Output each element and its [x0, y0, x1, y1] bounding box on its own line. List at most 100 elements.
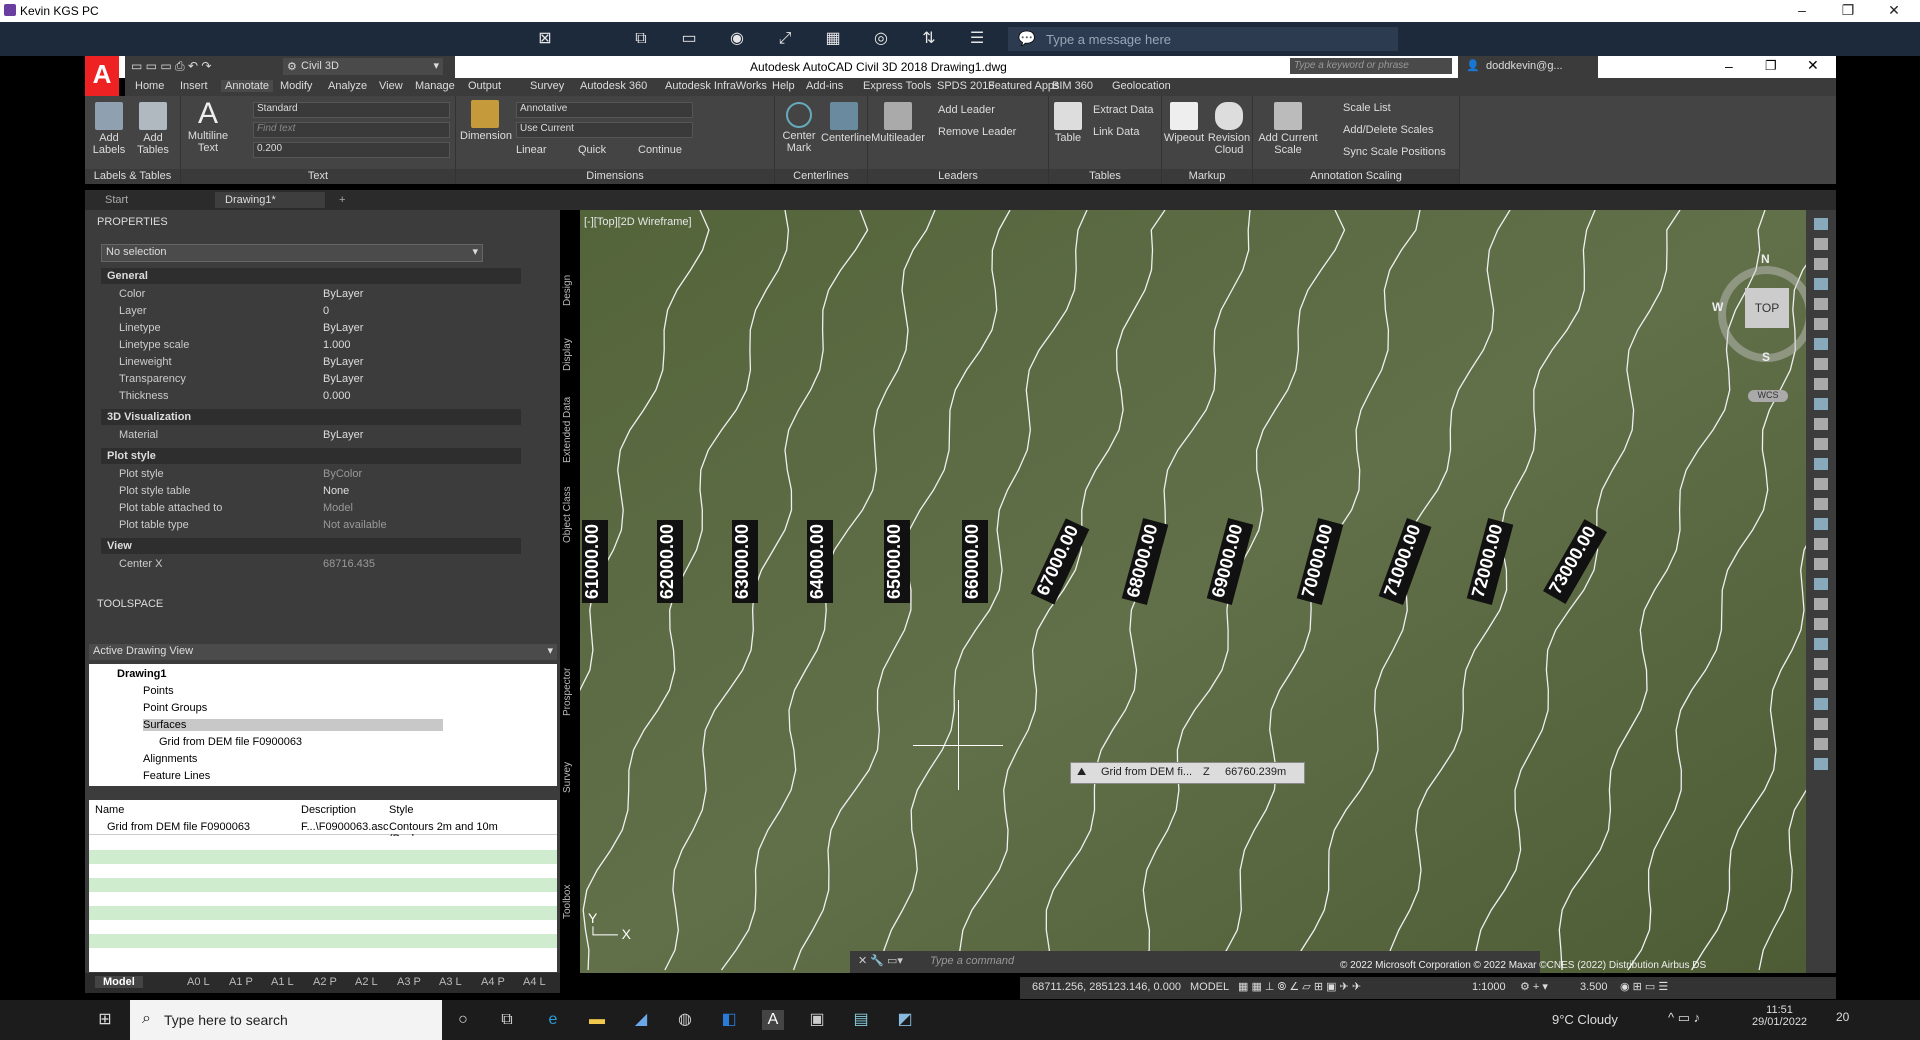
remove-leader-button[interactable]: Remove Leader — [938, 126, 1016, 138]
autocad-taskbar-icon[interactable]: A — [762, 1010, 784, 1030]
folder-icon[interactable]: ▬ — [586, 1010, 608, 1030]
tool-icon[interactable] — [1814, 678, 1828, 690]
tab-extended-data[interactable]: Extended Data — [562, 390, 578, 470]
task-view-icon[interactable]: ⧉ — [496, 1010, 518, 1030]
monitor-icon[interactable]: ▭ — [678, 28, 700, 50]
tray-icons[interactable]: ^ ▭ ♪ — [1668, 1010, 1700, 1026]
west-label[interactable]: W — [1712, 300, 1723, 314]
tool-icon[interactable] — [1814, 598, 1828, 610]
app4-icon[interactable]: ▤ — [850, 1010, 872, 1030]
tool-icon[interactable] — [1814, 538, 1828, 550]
center-mark-button[interactable]: Center Mark — [777, 102, 821, 154]
section-viz[interactable]: 3D Visualization — [101, 409, 521, 425]
workspace-select[interactable]: ⚙ Civil 3D ▾ — [283, 58, 443, 75]
contour-label[interactable]: 64000.00 — [807, 520, 833, 604]
tool-icon[interactable] — [1814, 558, 1828, 570]
close-button[interactable]: ✕ — [1872, 0, 1916, 22]
command-icons[interactable]: ✕ 🔧 ▭▾ — [858, 954, 903, 967]
tab-home[interactable]: Home — [135, 80, 164, 92]
panel-title-text[interactable]: Text — [181, 169, 455, 184]
scale-list-button[interactable]: Scale List — [1343, 102, 1391, 114]
tab-modify[interactable]: Modify — [280, 80, 312, 92]
toolspace-view-select[interactable]: Active Drawing View ▾ — [89, 644, 557, 660]
col-style[interactable]: Style — [389, 804, 413, 816]
property-row[interactable]: Layer 0 — [101, 303, 521, 320]
linear-button[interactable]: Linear — [516, 144, 547, 156]
property-row[interactable]: Center X 68716.435 — [101, 556, 521, 573]
tab-geolocation[interactable]: Geolocation — [1112, 80, 1171, 92]
add-leader-button[interactable]: Add Leader — [938, 104, 995, 116]
contour-label[interactable]: 61000.00 — [582, 520, 608, 604]
layout-tab[interactable]: A2 L — [355, 976, 378, 988]
add-current-scale-button[interactable]: Add Current Scale — [1255, 102, 1321, 156]
north-label[interactable]: N — [1761, 252, 1770, 266]
south-label[interactable]: S — [1762, 350, 1770, 364]
new-tab-button[interactable]: + — [329, 192, 355, 208]
weather[interactable]: 9°C Cloudy — [1552, 1012, 1618, 1027]
tab-prospector[interactable]: Prospector — [562, 652, 578, 732]
contour-label[interactable]: 62000.00 — [657, 520, 683, 604]
tab-view[interactable]: View — [379, 80, 403, 92]
col-name[interactable]: Name — [95, 804, 124, 816]
layout-tab[interactable]: A3 P — [397, 976, 421, 988]
tab-toolbox[interactable]: Toolbox — [562, 872, 578, 932]
tab-output[interactable]: Output — [468, 80, 501, 92]
tab-annotate[interactable]: Annotate — [221, 80, 274, 92]
tree-item[interactable]: Grid from DEM file F0900063 — [159, 736, 302, 748]
tool-icon[interactable] — [1814, 438, 1828, 450]
tab-featured-apps[interactable]: Featured Apps — [988, 80, 1060, 92]
taskbar-search[interactable]: ⌕ Type here to search — [130, 1000, 442, 1040]
tool-icon[interactable] — [1814, 298, 1828, 310]
contour-label[interactable]: 63000.00 — [732, 520, 758, 604]
add-labels-button[interactable]: Add Labels — [89, 102, 129, 156]
add-delete-scales-button[interactable]: Add/Delete Scales — [1343, 124, 1434, 136]
tab-survey[interactable]: Survey — [530, 80, 564, 92]
tab-object-class[interactable]: Object Class — [562, 480, 578, 550]
layout-tab[interactable]: A1 L — [271, 976, 294, 988]
top-face[interactable]: TOP — [1745, 288, 1789, 328]
tool-icon[interactable] — [1814, 758, 1828, 770]
app-close-button[interactable]: ✕ — [1807, 57, 1819, 74]
property-row[interactable]: Plot style table None — [101, 483, 521, 500]
property-row[interactable]: Plot table type Not available — [101, 517, 521, 534]
panel-title-centerlines[interactable]: Centerlines — [775, 169, 867, 184]
apps-icon[interactable]: ▦ — [822, 28, 844, 50]
autocad-logo[interactable]: A — [85, 56, 119, 96]
tool-icon[interactable] — [1814, 258, 1828, 270]
tab-express-tools[interactable]: Express Tools — [863, 80, 931, 92]
tool-icon[interactable] — [1814, 718, 1828, 730]
add-tables-button[interactable]: Add Tables — [133, 102, 173, 156]
tool-icon[interactable] — [1814, 698, 1828, 710]
wipeout-button[interactable]: Wipeout — [1162, 102, 1206, 144]
app-restore-button[interactable]: ❐ — [1765, 58, 1777, 74]
tool-icon[interactable] — [1814, 338, 1828, 350]
layout-tab[interactable]: A1 P — [229, 976, 253, 988]
tab-analyze[interactable]: Analyze — [328, 80, 367, 92]
tab-spds-2018[interactable]: SPDS 2018 — [937, 80, 994, 92]
app-minimize-button[interactable]: – — [1725, 58, 1733, 74]
tree-item[interactable]: Surfaces — [143, 719, 443, 731]
tab-help[interactable]: Help — [772, 80, 795, 92]
dimension-button[interactable]: Dimension — [460, 100, 512, 142]
view-icon[interactable]: ◉ — [726, 28, 748, 50]
section-general[interactable]: General — [101, 268, 521, 284]
layout-tab[interactable]: A2 P — [313, 976, 337, 988]
table-button[interactable]: Table — [1051, 102, 1085, 144]
minimize-button[interactable]: – — [1780, 0, 1824, 22]
annotation-scale[interactable]: 1:1000 — [1472, 981, 1506, 993]
tree-item[interactable]: Feature Lines — [143, 770, 210, 782]
tool-icon[interactable] — [1814, 358, 1828, 370]
selection-select[interactable]: No selection ▾ — [101, 244, 483, 262]
screen-switch-icon[interactable]: ⧉ — [630, 28, 652, 50]
tab-autodesk-infraworks[interactable]: Autodesk InfraWorks — [665, 80, 767, 92]
clock[interactable]: 11:51 29/01/2022 — [1752, 1004, 1807, 1028]
tab-bim-360[interactable]: BIM 360 — [1052, 80, 1093, 92]
panel-title-annotation-scaling[interactable]: Annotation Scaling — [1253, 169, 1459, 184]
tool-icon[interactable] — [1814, 658, 1828, 670]
tab-autodesk-360[interactable]: Autodesk 360 — [580, 80, 647, 92]
tab-survey[interactable]: Survey — [562, 752, 578, 802]
edge-icon[interactable]: e — [542, 1010, 564, 1030]
tool-icon[interactable] — [1814, 518, 1828, 530]
tool-icon[interactable] — [1814, 498, 1828, 510]
account-area[interactable]: doddkevin@g... 👤 — [1458, 56, 1598, 78]
